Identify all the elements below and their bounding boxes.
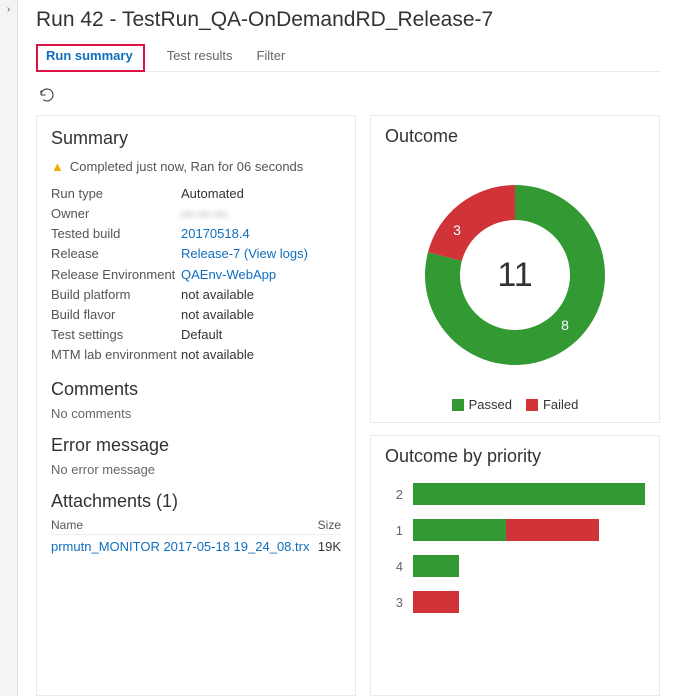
priority-bar-row: 4 — [385, 555, 645, 577]
attachment-size: 19K — [318, 539, 341, 554]
outcome-donut-chart: 11 3 8 — [385, 157, 645, 391]
bar-seg-failed — [413, 591, 459, 613]
donut-passed-label: 8 — [561, 317, 569, 333]
status-text: Completed just now, Ran for 06 seconds — [70, 159, 303, 174]
expand-rail-button[interactable]: › — [0, 0, 18, 696]
bar-track — [413, 483, 645, 505]
swatch-red-icon — [526, 399, 538, 411]
priority-bar-row: 1 — [385, 519, 645, 541]
comments-heading: Comments — [51, 379, 341, 400]
outcome-heading: Outcome — [385, 126, 645, 147]
priority-panel: Outcome by priority 2 1 4 3 — [370, 435, 660, 696]
attachment-row: prmutn_MONITOR 2017-05-18 19_24_08.trx 1… — [51, 539, 341, 554]
attachments-heading: Attachments (1) — [51, 491, 341, 512]
summary-heading: Summary — [51, 128, 341, 149]
attachment-link[interactable]: prmutn_MONITOR 2017-05-18 19_24_08.trx — [51, 539, 309, 554]
status-row: ▲ Completed just now, Ran for 06 seconds — [51, 159, 341, 174]
bar-seg-passed — [413, 519, 506, 541]
tab-run-summary[interactable]: Run summary — [36, 44, 145, 72]
chevron-right-icon: › — [7, 4, 10, 15]
priority-label: 2 — [385, 487, 403, 502]
priority-label: 4 — [385, 559, 403, 574]
outcome-legend: Passed Failed — [385, 397, 645, 412]
attach-col-name: Name — [51, 518, 83, 532]
bar-track — [413, 555, 645, 577]
bar-seg-failed — [506, 519, 599, 541]
warning-icon: ▲ — [51, 159, 64, 174]
swatch-green-icon — [452, 399, 464, 411]
bar-track — [413, 519, 645, 541]
owner-value: — — — — [181, 204, 227, 224]
release-link[interactable]: Release-7 (View logs) — [181, 244, 308, 264]
outcome-panel: Outcome 11 3 8 — [370, 115, 660, 423]
bar-seg-passed — [413, 555, 459, 577]
donut-center-total: 11 — [497, 256, 532, 294]
comments-value: No comments — [51, 406, 341, 421]
donut-failed-label: 3 — [453, 222, 461, 238]
priority-label: 3 — [385, 595, 403, 610]
tab-test-results[interactable]: Test results — [165, 44, 235, 71]
bar-seg-passed — [413, 483, 645, 505]
tab-filter[interactable]: Filter — [254, 44, 287, 71]
error-heading: Error message — [51, 435, 341, 456]
priority-heading: Outcome by priority — [385, 446, 645, 467]
error-value: No error message — [51, 462, 341, 477]
release-env-link[interactable]: QAEnv-WebApp — [181, 265, 276, 285]
run-type-value: Automated — [181, 184, 244, 204]
summary-panel: Summary ▲ Completed just now, Ran for 06… — [36, 115, 356, 696]
attach-col-size: Size — [318, 518, 341, 532]
priority-label: 1 — [385, 523, 403, 538]
tested-build-link[interactable]: 20170518.4 — [181, 224, 250, 244]
legend-passed: Passed — [452, 397, 512, 412]
priority-bar-row: 2 — [385, 483, 645, 505]
page-title: Run 42 - TestRun_QA-OnDemandRD_Release-7 — [36, 8, 660, 32]
legend-failed: Failed — [526, 397, 578, 412]
priority-bar-chart: 2 1 4 3 — [385, 477, 645, 633]
refresh-icon[interactable] — [38, 92, 56, 107]
priority-bar-row: 3 — [385, 591, 645, 613]
tab-bar: Run summary Test results Filter — [36, 44, 660, 72]
bar-track — [413, 591, 645, 613]
